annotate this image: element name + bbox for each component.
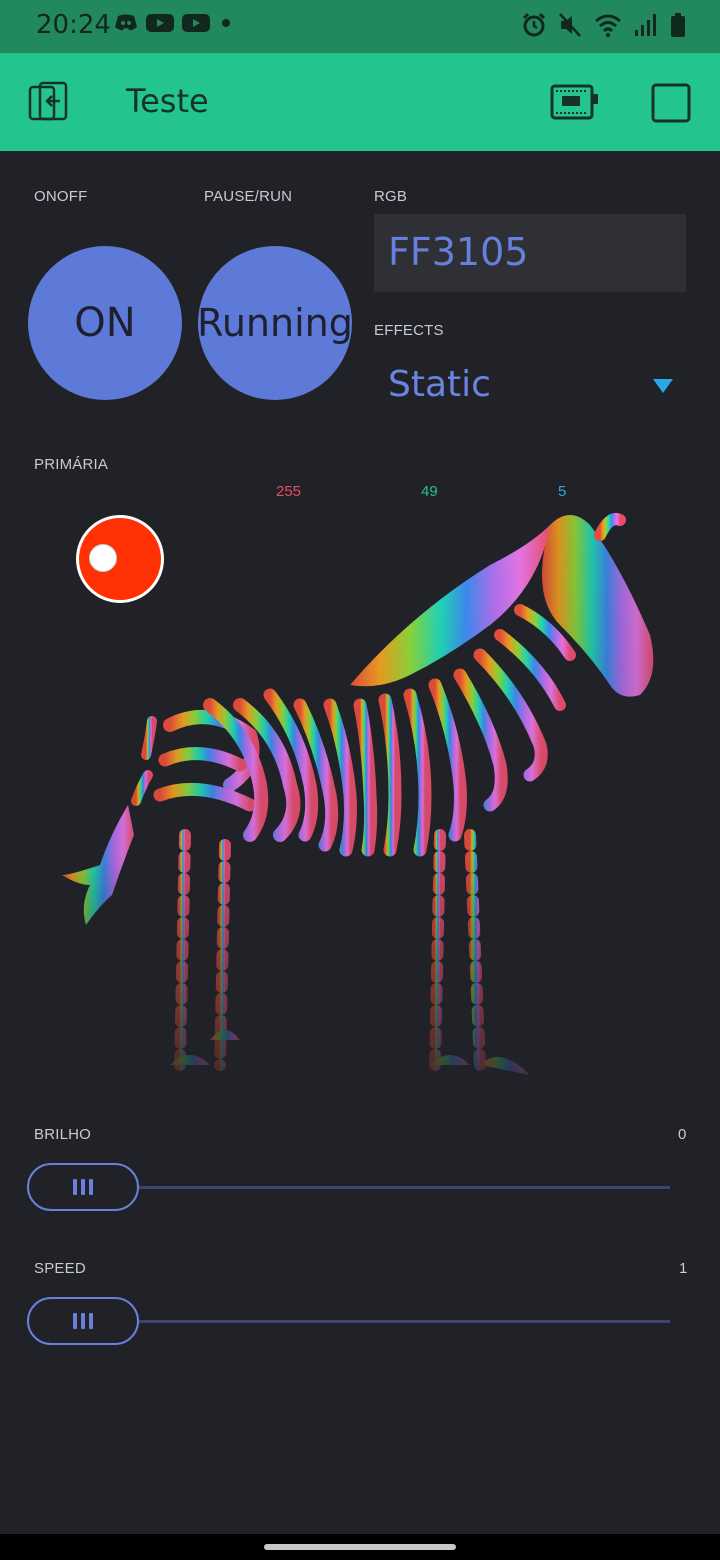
alarm-icon <box>522 12 546 37</box>
discord-icon <box>115 14 137 31</box>
speed-label: SPEED <box>34 1260 86 1277</box>
rgb-value: FF3105 <box>388 230 529 274</box>
device-board-button[interactable] <box>550 84 600 122</box>
red-value: 255 <box>276 483 302 500</box>
stop-button[interactable] <box>651 83 691 123</box>
pause-run-button-text: Running <box>197 301 353 345</box>
speed-slider-handle[interactable] <box>27 1297 139 1345</box>
zebra-color-picker[interactable] <box>50 505 670 1090</box>
device-board-icon <box>550 84 598 120</box>
onoff-button-text: ON <box>74 300 136 346</box>
green-value: 49 <box>421 483 438 500</box>
effects-value: Static <box>388 364 491 405</box>
home-gesture-handle[interactable] <box>264 1544 456 1550</box>
status-left-icons <box>114 13 234 33</box>
brilho-slider-track[interactable] <box>136 1186 670 1189</box>
dot-icon <box>222 19 230 27</box>
exit-device-icon <box>28 81 68 121</box>
pause-run-button[interactable]: Running <box>197 246 353 400</box>
onoff-button[interactable]: ON <box>28 246 182 400</box>
zebra-rainbow-image <box>62 513 654 1075</box>
brilho-slider-handle[interactable] <box>27 1163 139 1211</box>
rgb-display: FF3105 <box>374 214 686 292</box>
grip-bar <box>89 1313 93 1329</box>
square-stop-icon <box>651 83 691 123</box>
status-time: 20:24 <box>36 10 111 40</box>
app-bar: Teste <box>0 53 720 151</box>
exit-device-button[interactable] <box>28 81 70 123</box>
pause-run-label: PAUSE/RUN <box>204 188 293 205</box>
mute-icon <box>559 13 581 37</box>
brilho-value: 0 <box>678 1126 687 1143</box>
primaria-label: PRIMÁRIA <box>34 456 109 473</box>
grip-bar <box>81 1313 85 1329</box>
rgb-label: RGB <box>374 188 408 205</box>
app-title: Teste <box>126 82 209 120</box>
onoff-label: ONOFF <box>34 188 88 205</box>
battery-icon <box>671 13 685 37</box>
signal-icon <box>635 14 656 36</box>
speed-value: 1 <box>679 1260 688 1277</box>
grip-bar <box>73 1179 77 1195</box>
grip-bar <box>81 1179 85 1195</box>
wifi-icon <box>595 14 621 37</box>
blue-value: 5 <box>558 483 567 500</box>
youtube-icon <box>146 14 174 32</box>
grip-bar <box>89 1179 93 1195</box>
chevron-down-icon <box>653 379 673 393</box>
status-bar: 20:24 <box>0 0 720 53</box>
speed-slider-track[interactable] <box>136 1320 670 1323</box>
grip-bar <box>73 1313 77 1329</box>
brilho-label: BRILHO <box>34 1126 92 1143</box>
effects-label: EFFECTS <box>374 322 444 339</box>
navigation-bar <box>0 1534 720 1560</box>
status-right-icons <box>522 12 686 38</box>
youtube-icon <box>182 14 210 32</box>
